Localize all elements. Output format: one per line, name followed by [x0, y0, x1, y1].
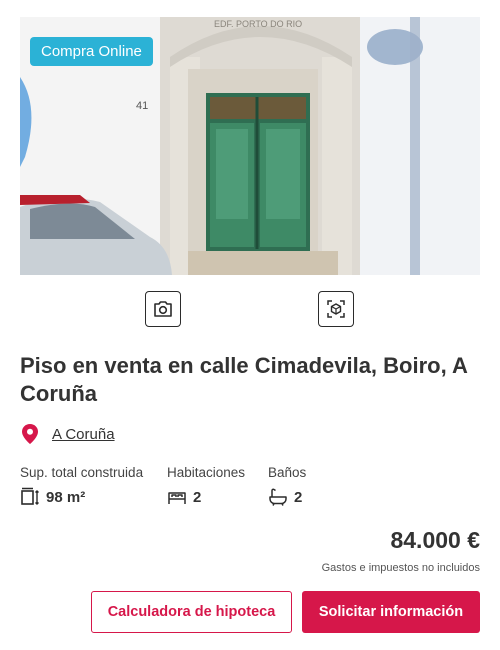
price: 84.000 € — [390, 527, 480, 553]
feature-bathrooms-label: Baños — [268, 465, 307, 480]
location-pin-icon — [22, 424, 38, 444]
virtual-tour-icon — [327, 300, 345, 318]
virtual-tour-button[interactable] — [318, 291, 354, 327]
feature-area-label: Sup. total construida — [20, 465, 144, 480]
photos-button[interactable] — [145, 291, 181, 327]
location-row: A Coruña — [20, 423, 115, 445]
request-info-button[interactable]: Solicitar información — [302, 591, 480, 633]
feature-bedrooms-value: 2 — [193, 488, 202, 506]
area-icon — [21, 487, 39, 505]
bed-icon — [168, 492, 186, 504]
feature-bathrooms-value: 2 — [294, 488, 303, 506]
price-note: Gastos e impuestos no incluidos — [321, 562, 480, 574]
feature-bedrooms-label: Habitaciones — [167, 465, 246, 480]
bath-icon — [269, 488, 287, 506]
listing-title: Piso en venta en calle Cimadevila, Boiro… — [20, 353, 468, 406]
feature-bedrooms: Habitaciones 2 — [167, 465, 245, 507]
feature-area: Sup. total construida 98 m² — [20, 465, 143, 507]
feature-bathrooms: Baños 2 — [268, 465, 306, 507]
location-link[interactable]: A Coruña — [52, 426, 115, 443]
building-sign: EDF. PORTO DO RIO — [214, 19, 302, 29]
camera-icon — [154, 301, 172, 317]
feature-area-value: 98 m² — [46, 488, 86, 506]
house-number: 41 — [136, 100, 148, 112]
online-purchase-badge: Compra Online — [30, 37, 153, 66]
mortgage-calculator-button[interactable]: Calculadora de hipoteca — [91, 591, 292, 633]
